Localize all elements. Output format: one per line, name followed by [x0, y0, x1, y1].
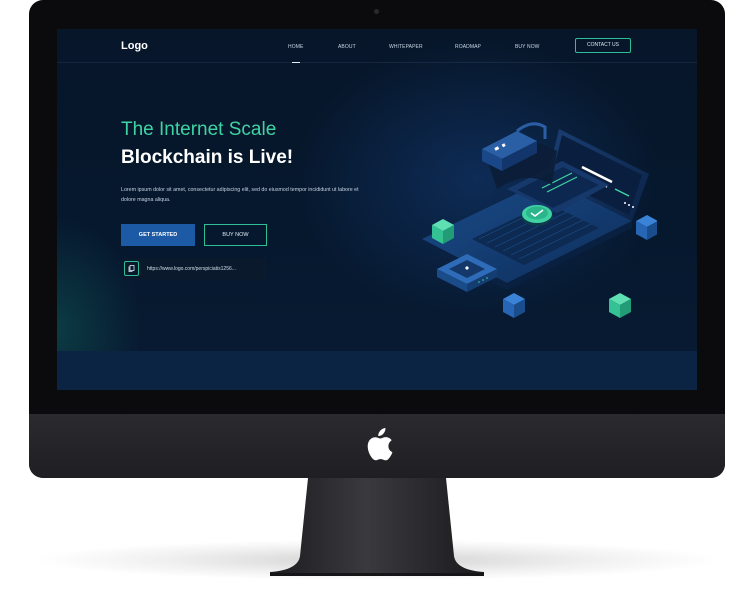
- hero-title-line1: The Internet Scale: [121, 119, 277, 140]
- contact-us-button[interactable]: CONTACT US: [575, 38, 631, 53]
- blockchain-laptop-illustration: [422, 122, 657, 318]
- buy-now-button[interactable]: BUY NOW: [204, 224, 267, 246]
- copy-icon: [128, 265, 135, 272]
- share-link-text[interactable]: https://www.logo.com/perspiciatis1256...: [147, 266, 236, 272]
- screen-bottom-band: [57, 351, 697, 390]
- apple-logo-icon: [367, 428, 393, 461]
- blue-cube-right: [636, 215, 657, 240]
- nav-about[interactable]: ABOUT: [338, 44, 356, 50]
- blue-cube-bottom: [503, 293, 525, 318]
- nav-roadmap[interactable]: ROADMAP: [455, 44, 481, 50]
- imac-stand: [270, 478, 484, 576]
- camera: [374, 9, 379, 14]
- site-navbar: Logo HOME ABOUT WHITEPAPER ROADMAP BUY N…: [57, 29, 697, 63]
- nav-buy-now[interactable]: BUY NOW: [515, 44, 540, 50]
- hero-description: Lorem ipsum dolor sit amet, consectetur …: [121, 187, 359, 203]
- share-link-box: https://www.logo.com/perspiciatis1256...: [121, 258, 266, 280]
- get-started-button[interactable]: GET STARTED: [121, 224, 195, 246]
- nav-active-indicator: [292, 62, 300, 63]
- screen: Logo HOME ABOUT WHITEPAPER ROADMAP BUY N…: [57, 29, 697, 390]
- hero-title-line2: Blockchain is Live!: [121, 147, 294, 168]
- nav-whitepaper[interactable]: WHITEPAPER: [389, 44, 423, 50]
- nav-home[interactable]: HOME: [288, 44, 303, 50]
- copy-button[interactable]: [124, 261, 139, 276]
- green-cube-bottom: [609, 293, 631, 318]
- site-logo[interactable]: Logo: [121, 40, 148, 52]
